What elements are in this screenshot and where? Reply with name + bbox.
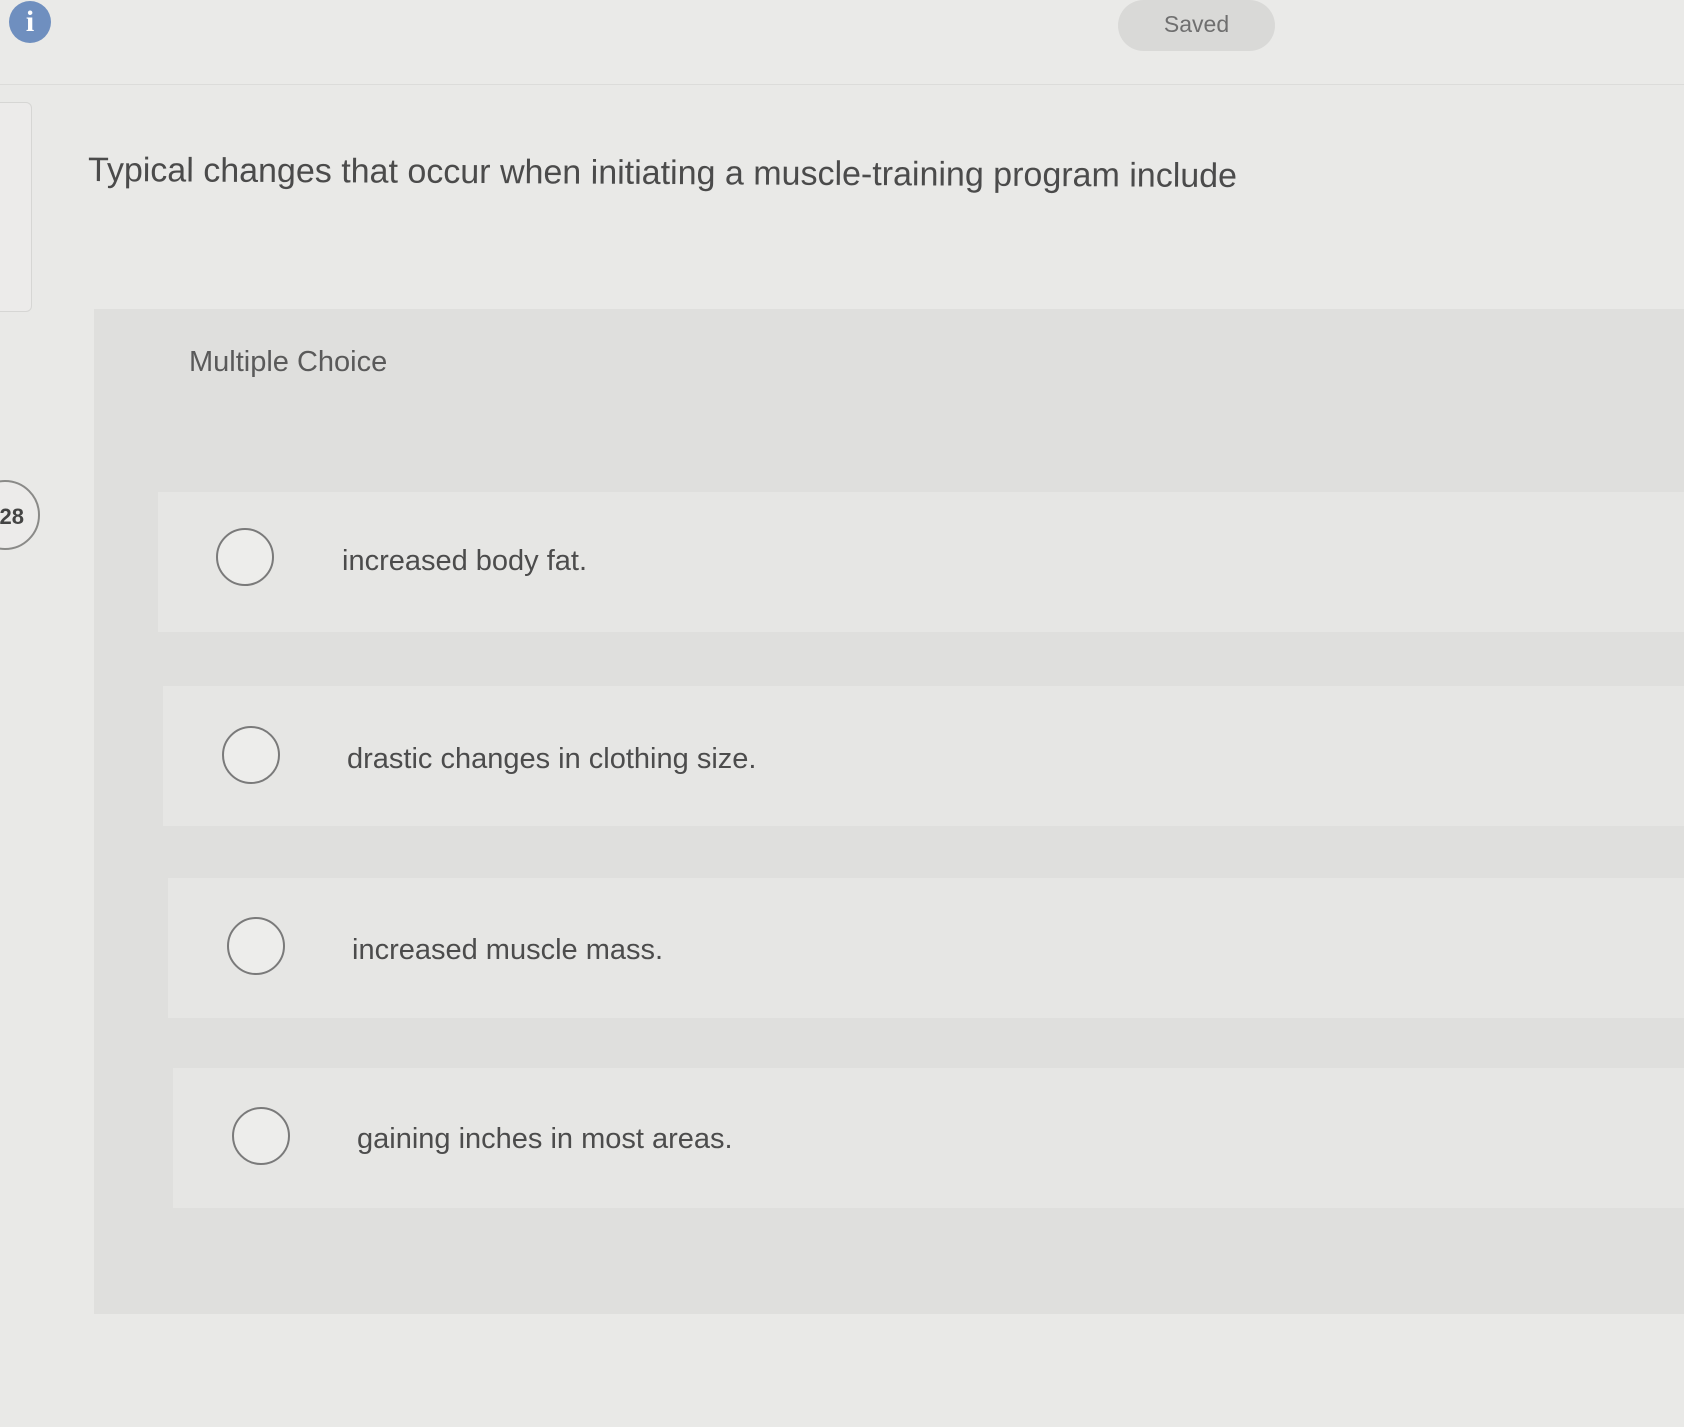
option-label: increased muscle mass. (352, 934, 664, 966)
answer-option-1[interactable]: increased body fat. (158, 492, 1684, 632)
answer-option-3[interactable]: increased muscle mass. (168, 878, 1684, 1018)
saved-status-badge: Saved (1118, 0, 1275, 51)
option-label: increased body fat. (342, 545, 588, 577)
question-number-badge[interactable]: 28 (0, 480, 40, 550)
radio-button[interactable] (227, 917, 285, 975)
option-label: gaining inches in most areas. (357, 1123, 733, 1155)
top-bar: i Saved (0, 0, 1684, 85)
radio-button[interactable] (232, 1107, 290, 1165)
question-prompt: Typical changes that occur when initiati… (87, 151, 1238, 196)
answer-option-2[interactable]: drastic changes in clothing size. (163, 686, 1684, 826)
info-icon[interactable]: i (9, 1, 51, 43)
question-type-label: Multiple Choice (189, 346, 388, 378)
radio-button[interactable] (216, 528, 274, 586)
radio-button[interactable] (222, 726, 280, 784)
side-panel-edge (0, 102, 32, 312)
option-label: drastic changes in clothing size. (347, 743, 757, 775)
answer-option-4[interactable]: gaining inches in most areas. (173, 1068, 1684, 1208)
